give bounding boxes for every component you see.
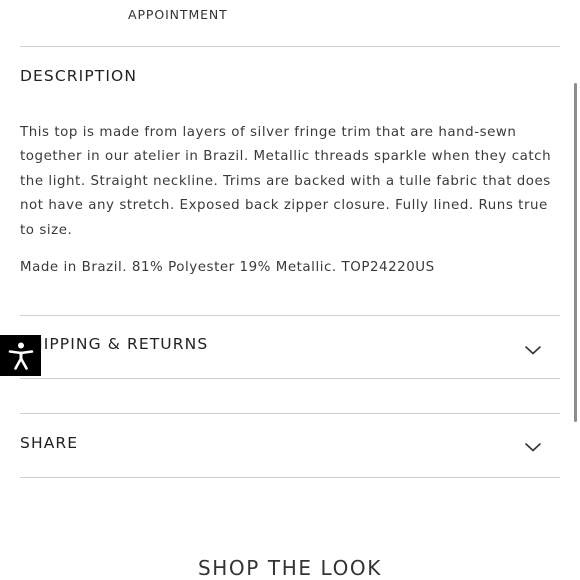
- description-line: together in our atelier in Brazil. Metal…: [20, 149, 552, 165]
- shipping-returns-toggle[interactable]: SHIPPING & RETURNS: [20, 316, 560, 378]
- divider: [20, 378, 560, 379]
- made-in-text: Made in Brazil. 81% Polyester 19% Metall…: [20, 260, 435, 275]
- accessibility-button[interactable]: [0, 335, 41, 376]
- accessibility-icon: [8, 342, 33, 370]
- description-line: This top is made from layers of silver f…: [20, 125, 517, 140]
- shipping-returns-heading: SHIPPING & RETURNS: [20, 335, 209, 353]
- chevron-down-icon: [525, 346, 541, 355]
- description-line: the light. Straight neckline. Trims are …: [20, 173, 551, 189]
- description-line: to size.: [20, 222, 73, 238]
- chevron-down-icon: [525, 443, 541, 452]
- scrollbar[interactable]: [574, 83, 577, 422]
- shop-the-look-heading: SHOP THE LOOK: [198, 556, 382, 580]
- description-heading: DESCRIPTION: [20, 67, 138, 85]
- divider: [20, 46, 560, 47]
- divider: [20, 477, 560, 478]
- share-toggle[interactable]: SHARE: [20, 414, 560, 477]
- appointment-link[interactable]: APPOINTMENT: [128, 7, 228, 22]
- product-details-page: APPOINTMENT DESCRIPTION This top is made…: [0, 0, 580, 580]
- description-text: This top is made from layers of silver f…: [20, 121, 556, 243]
- share-heading: SHARE: [20, 434, 79, 452]
- description-line: not have any stretch. Exposed back zippe…: [20, 198, 548, 214]
